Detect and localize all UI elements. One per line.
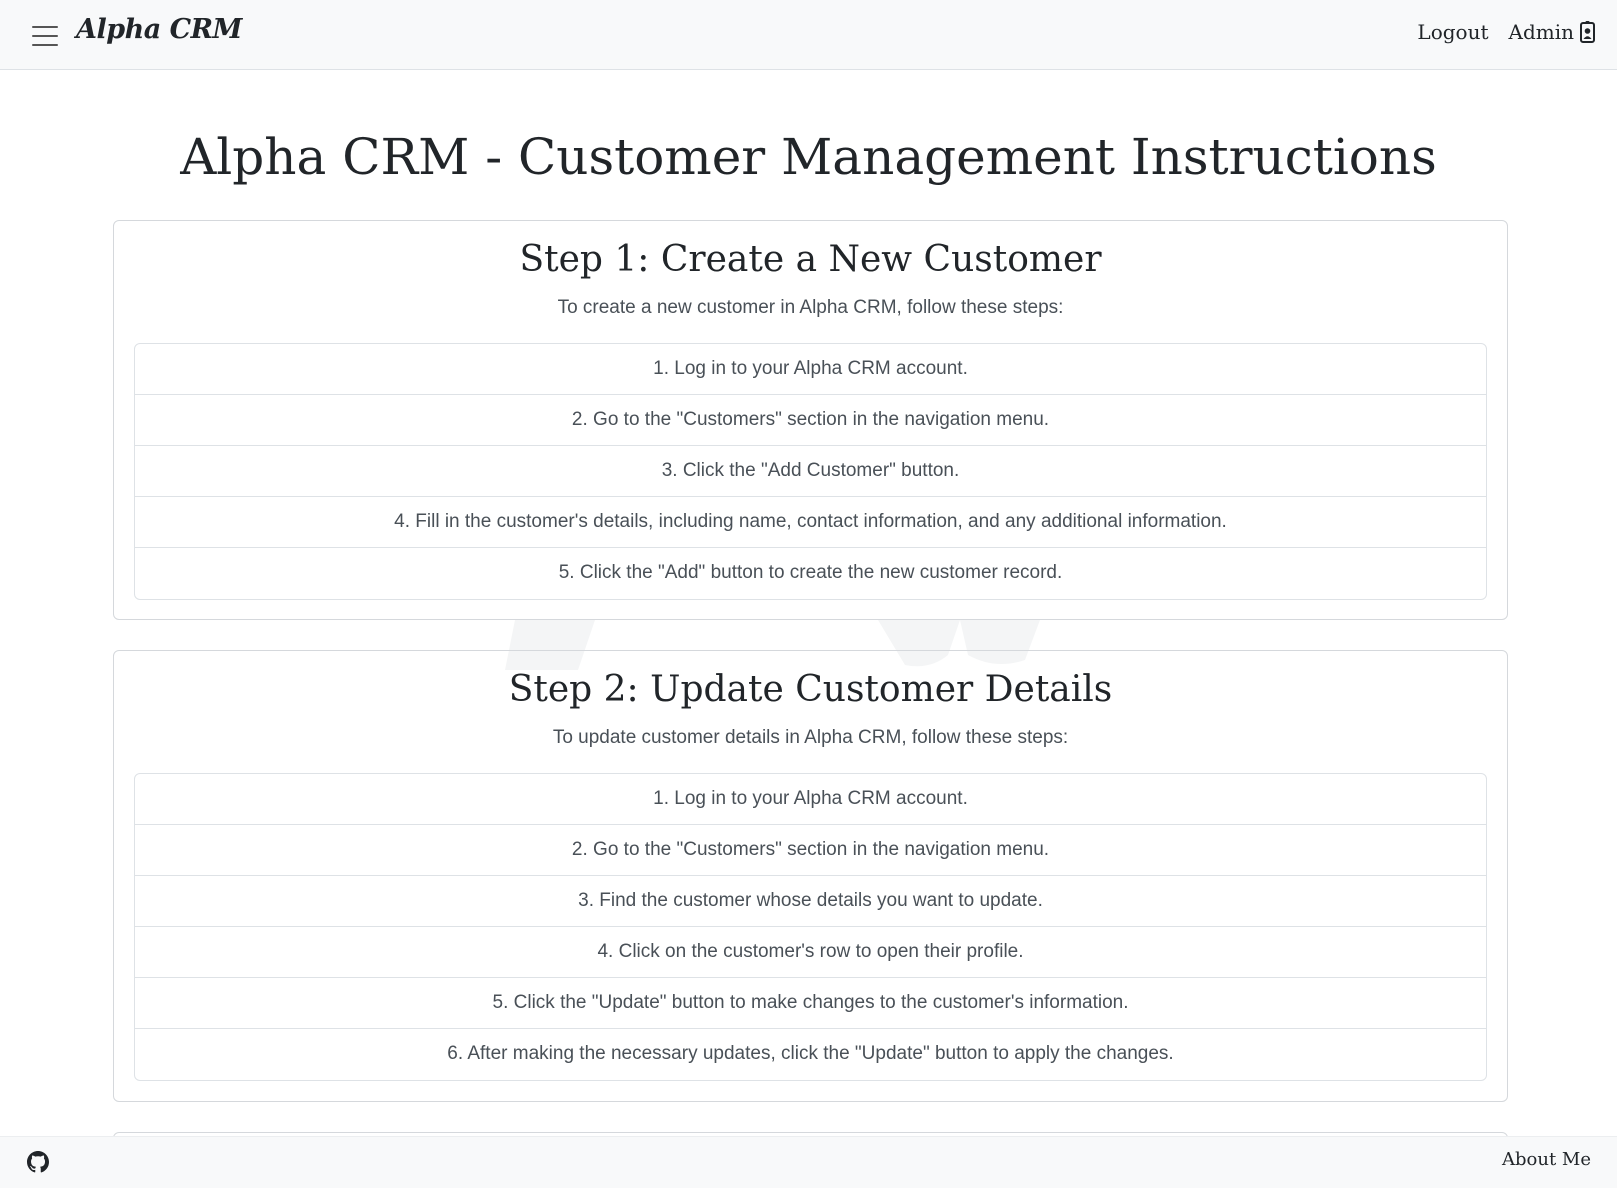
card-intro: To create a new customer in Alpha CRM, f… — [557, 297, 1064, 318]
card-title: Step 2: Update Customer Details — [508, 669, 1113, 710]
instruction-card-create: Step 1: Create a New Customer To create … — [113, 220, 1508, 620]
card-intro: To update customer details in Alpha CRM,… — [552, 727, 1069, 748]
list-item: 4. Click on the customer's row to open t… — [135, 927, 1486, 978]
admin-label: Admin — [1508, 20, 1575, 44]
page-title: Alpha CRM - Customer Management Instruct… — [180, 128, 1437, 186]
admin-link[interactable]: Admin — [1508, 20, 1595, 44]
card-title: Step 1: Create a New Customer — [519, 239, 1102, 280]
list-item: 4. Fill in the customer's details, inclu… — [135, 497, 1486, 548]
step-list: 1. Log in to your Alpha CRM account. 2. … — [134, 773, 1487, 1081]
main-content: Alpha CRM - Customer Management Instruct… — [0, 70, 1617, 1136]
about-me-link[interactable]: About Me — [1502, 1149, 1591, 1170]
instruction-card-update: Step 2: Update Customer Details To updat… — [113, 650, 1508, 1102]
user-badge-icon — [1580, 21, 1595, 43]
list-item: 2. Go to the "Customers" section in the … — [135, 395, 1486, 446]
list-item: 1. Log in to your Alpha CRM account. — [135, 344, 1486, 395]
list-item: 1. Log in to your Alpha CRM account. — [135, 774, 1486, 825]
footer: About Me — [0, 1136, 1617, 1188]
nav-right: Logout Admin — [1417, 20, 1595, 44]
logout-link[interactable]: Logout — [1417, 20, 1488, 44]
list-item: 5. Click the "Update" button to make cha… — [135, 978, 1486, 1029]
brand-logo[interactable]: Alpha CRM — [76, 14, 242, 45]
list-item: 6. After making the necessary updates, c… — [447, 1043, 1174, 1064]
list-item: 3. Click the "Add Customer" button. — [135, 446, 1486, 497]
step-list: 1. Log in to your Alpha CRM account. 2. … — [134, 343, 1487, 600]
github-icon[interactable] — [27, 1151, 49, 1173]
list-item: 2. Go to the "Customers" section in the … — [135, 825, 1486, 876]
top-navbar: Alpha CRM Logout Admin — [0, 0, 1617, 70]
list-item: 3. Find the customer whose details you w… — [135, 876, 1486, 927]
hamburger-icon[interactable] — [32, 26, 58, 46]
list-item: 5. Click the "Add" button to create the … — [558, 562, 1063, 583]
